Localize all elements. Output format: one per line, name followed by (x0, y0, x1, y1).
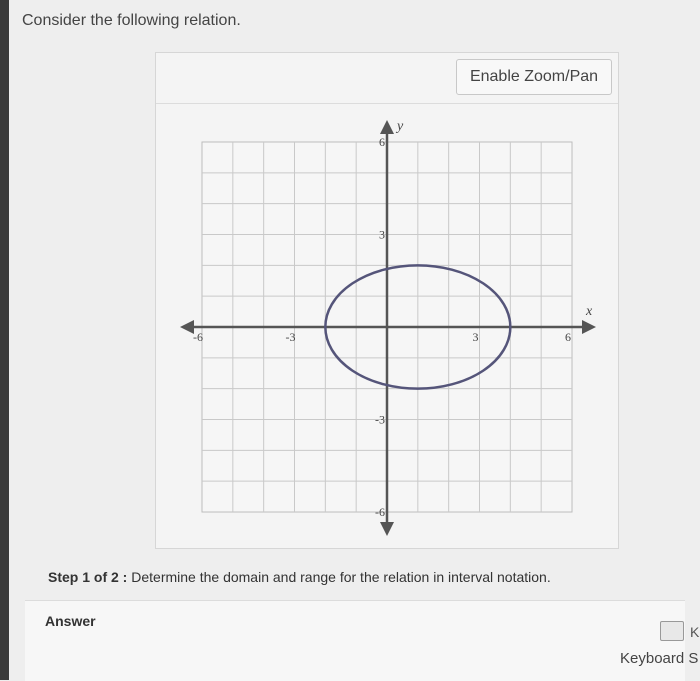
x-tick-label: 3 (473, 330, 479, 344)
x-tick-label: -3 (286, 330, 296, 344)
y-tick-label: 6 (379, 135, 385, 149)
x-axis-left-arrow (180, 320, 194, 334)
keyboard-icon[interactable] (660, 621, 684, 641)
step-instruction: Step 1 of 2 : Determine the domain and r… (48, 569, 551, 585)
y-axis-label: y (395, 119, 404, 134)
x-axis-label: x (585, 304, 593, 319)
step-number: Step 1 of 2 : (48, 569, 128, 585)
keyboard-shortcuts-link[interactable]: Keyboard S (620, 650, 698, 667)
left-window-edge (0, 0, 9, 680)
keyboard-shortcut-letter: K (690, 624, 700, 640)
y-tick-label: 3 (379, 228, 385, 242)
y-axis-down-arrow (380, 522, 394, 536)
y-tick-label: -3 (375, 413, 385, 427)
answer-area[interactable]: Answer (25, 600, 685, 681)
x-axis-right-arrow (582, 320, 596, 334)
x-tick-label: -6 (193, 330, 203, 344)
enable-zoom-pan-button[interactable]: Enable Zoom/Pan (456, 59, 612, 95)
coordinate-graph: x y -6 -3 3 6 6 3 -3 -6 (180, 119, 596, 536)
x-tick-label: 6 (565, 330, 571, 344)
answer-label: Answer (45, 613, 96, 629)
panel-divider (156, 103, 618, 104)
question-prompt: Consider the following relation. (22, 12, 241, 29)
y-axis-up-arrow (380, 120, 394, 134)
y-tick-label: -6 (375, 505, 385, 519)
step-text: Determine the domain and range for the r… (131, 569, 551, 585)
